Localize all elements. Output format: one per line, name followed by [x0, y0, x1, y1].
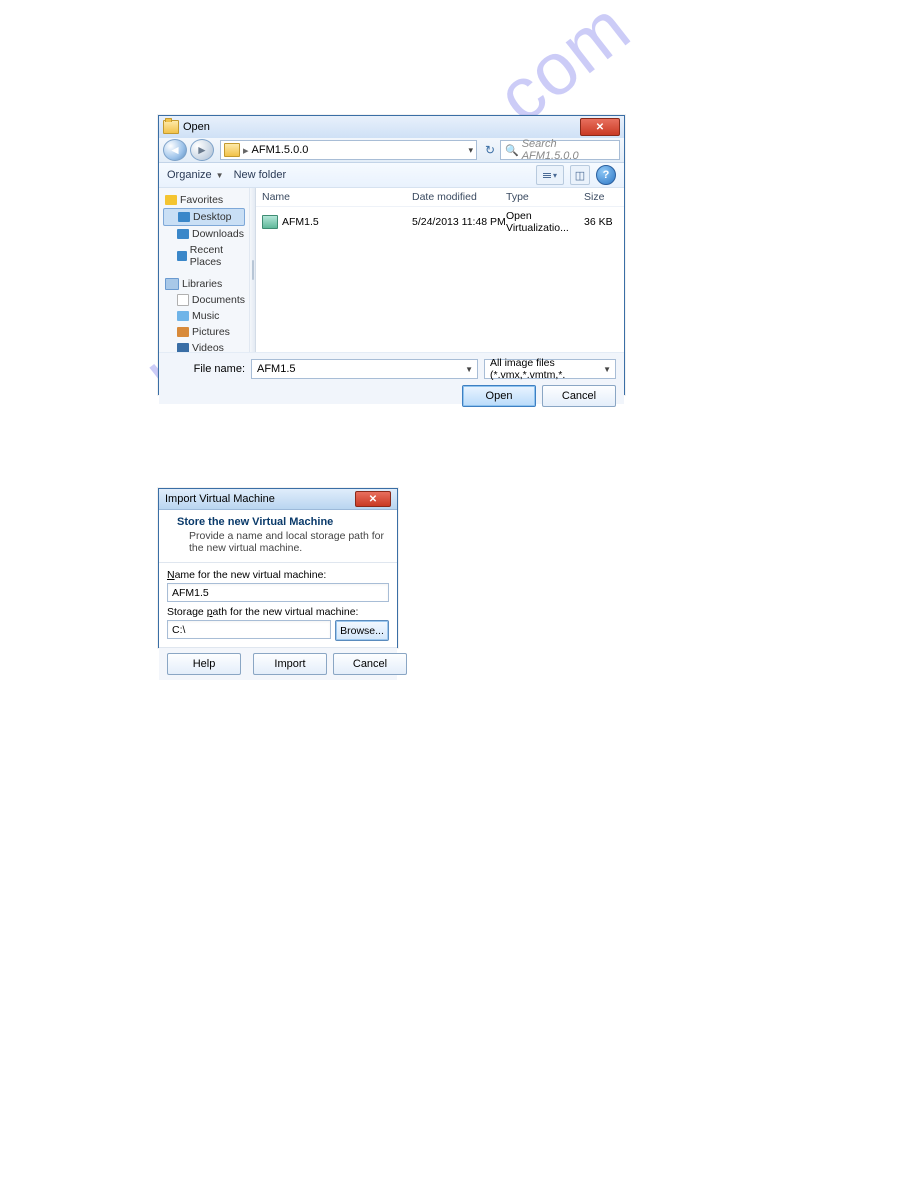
sidebar-item-documents[interactable]: Documents	[161, 292, 247, 308]
videos-icon	[177, 343, 189, 352]
navigation-pane[interactable]: Favorites Desktop Downloads Recent Place…	[159, 188, 250, 352]
search-icon: 🔍	[505, 144, 519, 157]
sidebar-item-recent[interactable]: Recent Places	[161, 242, 247, 270]
filename-label: File name:	[191, 363, 245, 375]
refresh-button[interactable]: ↻	[483, 143, 497, 157]
breadcrumb-item[interactable]: AFM1.5.0.0	[252, 144, 309, 156]
pictures-icon	[177, 327, 189, 337]
window-title: Open	[183, 121, 576, 133]
filetype-select[interactable]: All image files (*.vmx,*.vmtm,*.▼	[484, 359, 616, 379]
sidebar-item-music[interactable]: Music	[161, 308, 247, 324]
titlebar[interactable]: Open ✕	[159, 116, 624, 138]
column-size[interactable]: Size	[584, 191, 618, 203]
import-button[interactable]: Import	[253, 653, 327, 675]
view-options-button[interactable]: ▾	[536, 165, 564, 185]
address-bar-row: ◄ ► ▸ AFM1.5.0.0 ▾ ↻ 🔍 Search AFM1.5.0.0	[159, 138, 624, 163]
folder-icon	[163, 120, 179, 134]
column-date[interactable]: Date modified	[412, 191, 506, 203]
search-input[interactable]: 🔍 Search AFM1.5.0.0	[500, 140, 620, 160]
file-row[interactable]: AFM1.5 5/24/2013 11:48 PM Open Virtualiz…	[256, 207, 624, 237]
help-button[interactable]: ?	[596, 165, 616, 185]
dialog-subheading: Provide a name and local storage path fo…	[189, 530, 385, 554]
organize-button[interactable]: Organize▼	[167, 169, 224, 181]
dialog-heading: Store the new Virtual Machine	[177, 516, 333, 528]
ova-file-icon	[262, 215, 278, 229]
document-icon	[177, 294, 189, 306]
libraries-icon	[165, 278, 179, 290]
open-file-dialog: Open ✕ ◄ ► ▸ AFM1.5.0.0 ▾ ↻ 🔍 Search AFM…	[158, 115, 625, 395]
filename-input[interactable]: AFM1.5▼	[251, 359, 478, 379]
path-label: Storage path for the new virtual machine…	[167, 606, 389, 618]
import-vm-dialog: Import Virtual Machine ✕ Store the new V…	[158, 488, 398, 648]
dialog-footer: Help Import Cancel	[159, 647, 397, 680]
close-button[interactable]: ✕	[580, 118, 620, 136]
header-area: Store the new Virtual Machine Provide a …	[159, 510, 397, 560]
preview-pane-button[interactable]: ◫	[570, 165, 590, 185]
star-icon	[165, 195, 177, 205]
search-placeholder: Search AFM1.5.0.0	[522, 138, 615, 162]
recent-icon	[177, 251, 187, 261]
close-button[interactable]: ✕	[355, 491, 391, 507]
open-button[interactable]: Open	[462, 385, 536, 407]
cancel-button[interactable]: Cancel	[542, 385, 616, 407]
window-title: Import Virtual Machine	[165, 493, 275, 505]
breadcrumb-separator: ▸	[243, 144, 249, 157]
help-button[interactable]: Help	[167, 653, 241, 675]
file-size: 36 KB	[584, 216, 618, 228]
breadcrumb-dropdown[interactable]: ▾	[468, 145, 473, 156]
back-button[interactable]: ◄	[163, 139, 187, 161]
forward-button[interactable]: ►	[190, 139, 214, 161]
toolbar: Organize▼ New folder ▾ ◫ ?	[159, 163, 624, 188]
name-label: Name for the new virtual machine:	[167, 569, 389, 581]
cancel-button[interactable]: Cancel	[333, 653, 407, 675]
browse-button[interactable]: Browse...	[335, 620, 389, 641]
vm-name-input[interactable]: AFM1.5	[167, 583, 389, 602]
sidebar-item-videos[interactable]: Videos	[161, 340, 247, 352]
column-name[interactable]: Name	[262, 191, 412, 203]
file-date: 5/24/2013 11:48 PM	[412, 216, 506, 228]
folder-icon	[224, 143, 240, 157]
titlebar[interactable]: Import Virtual Machine ✕	[159, 489, 397, 510]
breadcrumb-bar[interactable]: ▸ AFM1.5.0.0 ▾	[220, 140, 477, 160]
music-icon	[177, 311, 189, 321]
storage-path-input[interactable]: C:\	[167, 620, 331, 639]
libraries-header[interactable]: Libraries	[161, 276, 247, 292]
desktop-icon	[178, 212, 190, 222]
separator	[159, 562, 397, 563]
file-list-header[interactable]: Name Date modified Type Size	[256, 188, 624, 207]
favorites-header[interactable]: Favorites	[161, 192, 247, 208]
sidebar-item-downloads[interactable]: Downloads	[161, 226, 247, 242]
file-type: Open Virtualizatio...	[506, 210, 584, 234]
downloads-icon	[177, 229, 189, 239]
sidebar-item-pictures[interactable]: Pictures	[161, 324, 247, 340]
new-folder-button[interactable]: New folder	[234, 169, 287, 181]
column-type[interactable]: Type	[506, 191, 584, 203]
sidebar-item-desktop[interactable]: Desktop	[163, 208, 245, 226]
dialog-footer: File name: AFM1.5▼ All image files (*.vm…	[159, 352, 624, 404]
